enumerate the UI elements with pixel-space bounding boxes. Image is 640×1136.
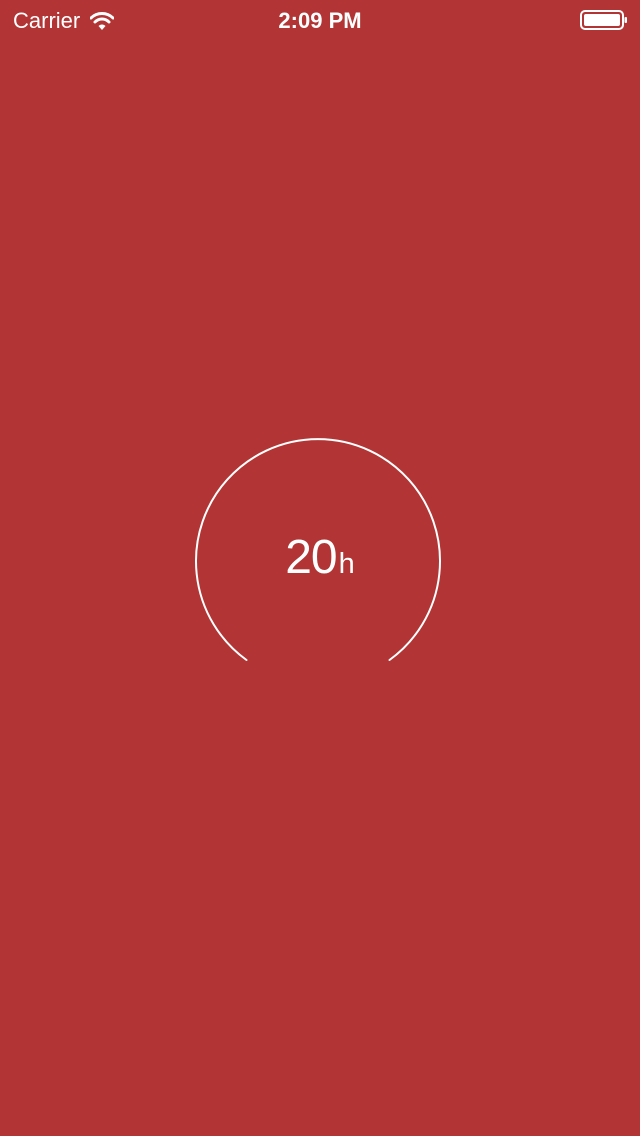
battery-icon [580, 10, 627, 30]
gauge-label: 20h [190, 534, 450, 582]
hours-gauge[interactable]: 20h [190, 432, 450, 672]
status-bar: Carrier 2:09 PM [0, 0, 640, 40]
gauge-value: 20 [285, 531, 337, 584]
gauge-unit: h [338, 548, 355, 580]
status-time: 2:09 PM [278, 8, 362, 33]
